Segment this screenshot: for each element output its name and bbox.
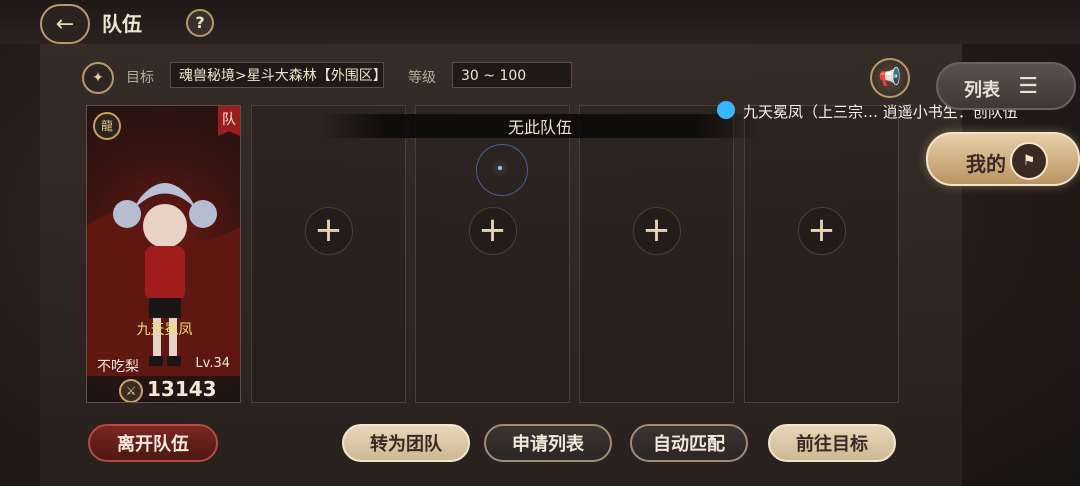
go-to-target-button[interactable]: 前往目标	[768, 424, 896, 462]
power-icon: ⚔	[119, 379, 143, 402]
target-field[interactable]: 魂兽秘境>星斗大森林【外围区】	[170, 62, 387, 88]
add-member-icon: +	[632, 207, 681, 255]
target-compass-icon: ✦	[82, 62, 114, 94]
convert-to-group-button[interactable]: 转为团队	[342, 424, 470, 462]
player-level: Lv.34	[195, 356, 230, 371]
level-label: 等级	[408, 70, 436, 86]
power-value: 13143	[147, 377, 217, 401]
flag-icon: ⚑	[1010, 142, 1048, 180]
character-name: 九天冕凤	[136, 322, 193, 338]
level-range-field[interactable]: 30 ~ 100	[452, 62, 572, 88]
list-button[interactable]: 列表 ☰	[936, 62, 1076, 110]
list-label: 列表	[964, 80, 1000, 101]
back-arrow-icon: ←	[55, 11, 75, 37]
sparkle-decoration	[476, 144, 528, 196]
list-icon: ☰	[1018, 74, 1038, 99]
mine-button[interactable]: 我的 ⚑	[926, 132, 1080, 186]
auto-match-button[interactable]: 自动匹配	[630, 424, 748, 462]
team-member-card[interactable]: 龍 队 九天冕凤 不吃梨 Lv.34 ⚔ 13143	[86, 105, 241, 403]
empty-slot-3[interactable]: +	[579, 105, 734, 403]
status-banner: 无此队伍	[320, 114, 760, 138]
add-member-icon: +	[797, 207, 846, 255]
target-label: 目标	[126, 70, 154, 86]
page-title: 队伍	[102, 12, 142, 36]
top-bar: ← 队伍 ?	[0, 0, 1080, 44]
megaphone-icon[interactable]: 📢	[870, 58, 910, 98]
qq-icon	[717, 101, 735, 119]
empty-slot-4[interactable]: +	[744, 105, 899, 403]
empty-slot-1[interactable]: +	[251, 105, 406, 403]
dragon-emblem-icon: 龍	[93, 112, 121, 140]
add-member-icon: +	[304, 207, 353, 255]
add-member-icon: +	[468, 207, 517, 255]
apply-list-button[interactable]: 申请列表	[484, 424, 612, 462]
help-button[interactable]: ?	[186, 9, 214, 37]
leave-team-button[interactable]: 离开队伍	[88, 424, 218, 462]
sparkle-dot	[498, 166, 502, 170]
player-name: 不吃梨	[97, 359, 139, 375]
back-button[interactable]: ←	[40, 4, 90, 44]
mine-label: 我的	[966, 152, 1006, 176]
